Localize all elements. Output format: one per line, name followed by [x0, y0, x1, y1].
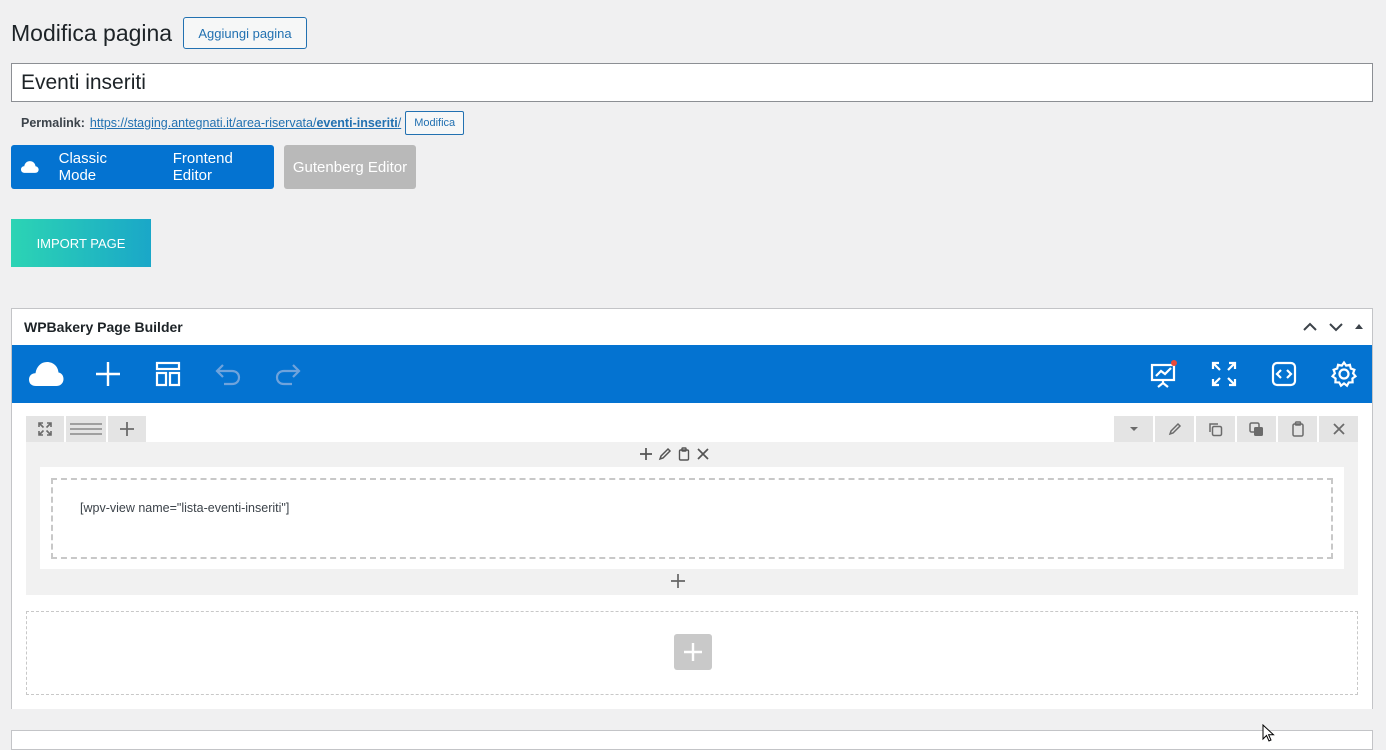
post-title-input[interactable]: Eventi inseriti	[11, 63, 1373, 102]
templates-icon[interactable]	[152, 345, 184, 403]
row-clone-icon[interactable]	[1196, 416, 1235, 442]
row-add-column-icon[interactable]	[108, 416, 146, 442]
gutenberg-editor-button[interactable]: Gutenberg Editor	[284, 145, 416, 189]
metabox-header-controls	[1300, 317, 1366, 337]
undo-icon[interactable]	[212, 345, 244, 403]
import-page-button[interactable]: IMPORT PAGE	[11, 219, 151, 267]
seo-chart-icon[interactable]	[1148, 345, 1180, 403]
page-title: Modifica pagina	[11, 20, 173, 46]
redo-icon[interactable]	[272, 345, 304, 403]
frontend-editor-button[interactable]: Frontend Editor	[173, 150, 274, 184]
add-row-button[interactable]	[674, 634, 712, 670]
permalink-row: Permalink: https://staging.antegnati.it/…	[21, 111, 465, 135]
cloud-logo-icon	[21, 161, 39, 173]
move-down-icon[interactable]	[1326, 317, 1346, 337]
metabox-header: WPBakery Page Builder	[12, 309, 1372, 345]
permalink-edit-button[interactable]: Modifica	[405, 111, 465, 135]
column-edit-icon[interactable]	[657, 446, 673, 462]
permalink-label: Permalink:	[21, 116, 85, 130]
builder-toolbar	[12, 345, 1372, 403]
row-toggle-icon[interactable]	[1114, 416, 1153, 442]
add-element-icon[interactable]	[92, 345, 124, 403]
builder-column: [wpv-view name="lista-eventi-inseriti"]	[40, 467, 1344, 569]
row-layout-icon[interactable]	[66, 416, 106, 442]
row-copy-icon[interactable]	[1237, 416, 1276, 442]
permalink-url-base: https://staging.antegnati.it/area-riserv…	[89, 116, 317, 130]
add-page-button[interactable]: Aggiungi pagina	[183, 17, 307, 49]
permalink-url-tail: /	[397, 116, 402, 130]
column-controls	[638, 445, 711, 463]
fullscreen-icon[interactable]	[1208, 345, 1240, 403]
next-metabox	[11, 730, 1373, 750]
builder-canvas: [wpv-view name="lista-eventi-inseriti"]	[12, 403, 1372, 709]
metabox-title: WPBakery Page Builder	[24, 319, 183, 335]
collapse-toggle-icon[interactable]	[1352, 317, 1366, 337]
cloud-logo-icon[interactable]	[26, 345, 66, 403]
permalink-link[interactable]: https://staging.antegnati.it/area-riserv…	[90, 116, 401, 130]
add-element-below-icon[interactable]	[669, 572, 687, 595]
permalink-slug: eventi-inseriti	[316, 116, 398, 130]
row-edit-icon[interactable]	[1155, 416, 1194, 442]
row-right-controls	[1112, 416, 1358, 442]
column-delete-icon[interactable]	[695, 446, 711, 462]
classic-mode-button[interactable]: Classic Mode	[59, 150, 147, 184]
shortcode-text: [wpv-view name="lista-eventi-inseriti"]	[80, 501, 290, 515]
row-paste-icon[interactable]	[1278, 416, 1317, 442]
column-add-icon[interactable]	[638, 446, 654, 462]
mouse-cursor-icon	[1262, 724, 1275, 742]
shortcode-element[interactable]: [wpv-view name="lista-eventi-inseriti"]	[51, 478, 1333, 559]
row-left-controls	[26, 416, 148, 442]
editor-mode-group: Classic Mode Frontend Editor	[11, 145, 274, 189]
custom-code-icon[interactable]	[1268, 345, 1300, 403]
row-move-icon[interactable]	[26, 416, 64, 442]
settings-icon[interactable]	[1328, 345, 1360, 403]
wpbakery-metabox: WPBakery Page Builder [wpv-view name="li…	[11, 308, 1373, 709]
builder-row: [wpv-view name="lista-eventi-inseriti"]	[26, 442, 1358, 595]
column-paste-icon[interactable]	[676, 446, 692, 462]
row-delete-icon[interactable]	[1319, 416, 1358, 442]
empty-row-placeholder	[26, 611, 1358, 695]
plus-icon	[684, 643, 702, 661]
move-up-icon[interactable]	[1300, 317, 1320, 337]
